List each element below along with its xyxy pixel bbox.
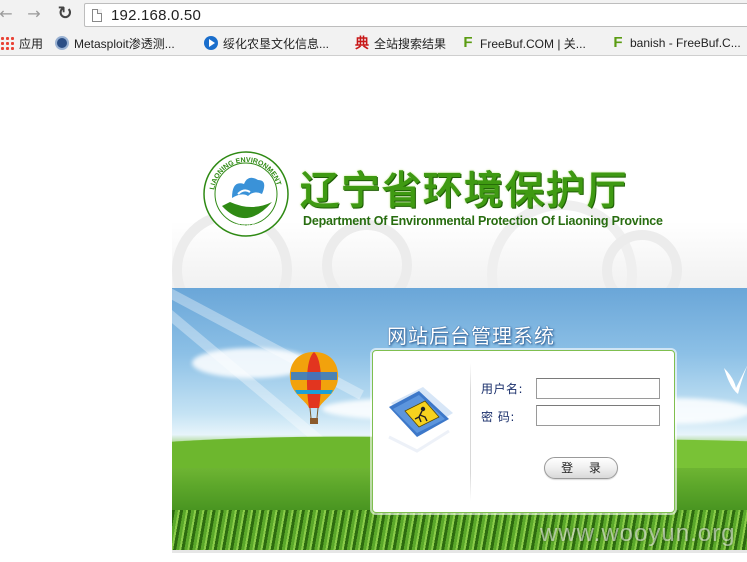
login-button[interactable]: 登 录 xyxy=(544,457,618,479)
bookmark-banish[interactable]: F banish - FreeBuf.C... xyxy=(611,30,741,56)
bookmark-label: 绥化农垦文化信息... xyxy=(223,36,330,51)
page-icon xyxy=(92,9,102,22)
bookmark-label: FreeBuf.COM | 关... xyxy=(480,36,586,51)
search-site-icon: 典 xyxy=(355,35,369,51)
system-title: 网站后台管理系统 xyxy=(387,324,555,348)
username-input[interactable] xyxy=(536,378,660,399)
site-subtitle: Department Of Environmental Protection O… xyxy=(303,214,663,228)
login-panel: 用户名: 密 码: 登 录 xyxy=(372,350,675,513)
bookmark-metasploit[interactable]: Metasploit渗透测... xyxy=(55,30,175,56)
url-text[interactable]: 192.168.0.50 xyxy=(111,7,201,24)
bookmark-search[interactable]: 典 全站搜索结果 xyxy=(355,30,446,56)
bookmark-label: Metasploit渗透测... xyxy=(74,36,175,51)
bookmark-suihua[interactable]: 绥化农垦文化信息... xyxy=(204,30,329,56)
reload-icon[interactable]: ↻ xyxy=(55,4,75,24)
back-arrow-icon[interactable]: ← xyxy=(0,4,16,24)
bookmark-freebuf[interactable]: F FreeBuf.COM | 关... xyxy=(461,30,586,56)
freebuf-icon: F xyxy=(463,34,473,51)
login-background-scene: 网站后台管理系统 用户名: 密 码: 登 录 xyxy=(172,288,747,550)
username-label: 用户名: xyxy=(481,382,524,396)
white-bird-icon xyxy=(724,366,747,394)
hot-air-balloon-icon xyxy=(289,352,339,424)
watermark-text: www.wooyun.org xyxy=(540,520,736,547)
bookmark-apps[interactable]: 应用 xyxy=(0,30,43,56)
apps-grid-icon xyxy=(0,36,14,50)
admin-folder-icon xyxy=(388,387,453,453)
password-input[interactable] xyxy=(536,405,660,426)
bookmark-label: 全站搜索结果 xyxy=(374,36,447,51)
site-header: LIAONING ENVIRONMENT 辽 宁 环 保 辽宁省环境保护厅 De… xyxy=(172,140,747,288)
play-circle-icon xyxy=(204,36,218,50)
bookmark-label: banish - FreeBuf.C... xyxy=(630,36,741,50)
browser-toolbar: ← → ↻ 192.168.0.50 xyxy=(0,0,747,30)
page-bottom-border xyxy=(172,550,747,553)
panel-divider xyxy=(470,363,471,501)
password-label: 密 码: xyxy=(481,410,515,424)
environment-logo-icon: LIAONING ENVIRONMENT 辽 宁 环 保 xyxy=(203,151,289,237)
decor-film-reel xyxy=(322,220,412,288)
freebuf-icon: F xyxy=(613,34,623,51)
metasploit-icon xyxy=(55,36,69,50)
bookmark-label: 应用 xyxy=(19,36,44,51)
logo-inner-text: 辽 宁 环 保 xyxy=(236,222,256,228)
address-bar[interactable]: 192.168.0.50 xyxy=(84,3,747,27)
site-title: 辽宁省环境保护厅 xyxy=(300,169,629,214)
bookmarks-bar: 应用 Metasploit渗透测... 绥化农垦文化信息... 典 全站搜索结果… xyxy=(0,30,747,56)
forward-arrow-icon[interactable]: → xyxy=(24,4,44,24)
